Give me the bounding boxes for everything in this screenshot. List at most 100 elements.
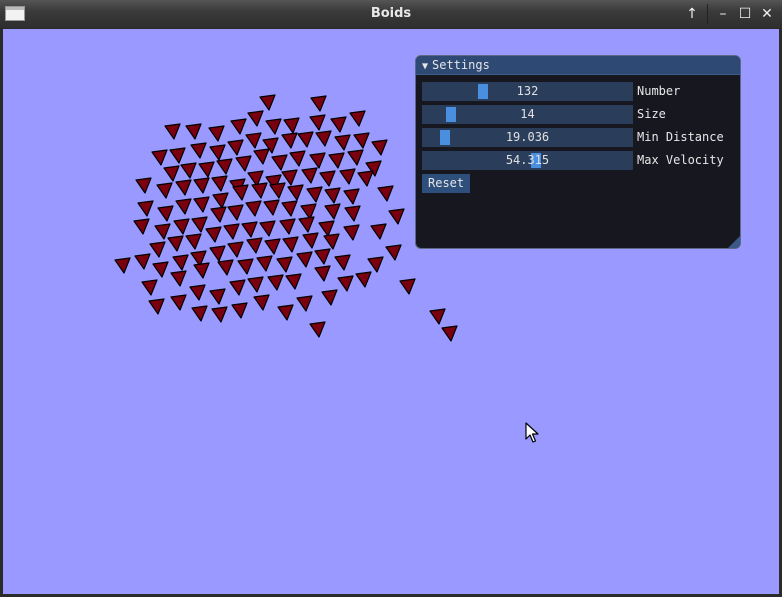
- boid: [343, 224, 360, 241]
- boid: [269, 182, 286, 199]
- boid: [217, 259, 234, 276]
- settings-title: Settings: [432, 58, 490, 72]
- window-controls: ↑ – ☐ ✕: [681, 4, 778, 26]
- boid: [367, 256, 384, 273]
- number-slider[interactable]: 132: [422, 82, 633, 101]
- boid: [429, 308, 446, 325]
- boid: [315, 130, 332, 147]
- boid: [167, 235, 184, 252]
- boid: [156, 182, 173, 199]
- boid: [251, 182, 268, 199]
- boid: [191, 216, 208, 233]
- boid: [287, 184, 304, 201]
- boid: [281, 200, 298, 217]
- boid: [134, 253, 151, 270]
- boid: [190, 142, 207, 159]
- boid: [189, 284, 206, 301]
- boid: [321, 289, 338, 306]
- boid: [235, 155, 252, 172]
- boid: [328, 152, 345, 169]
- boid: [223, 223, 240, 240]
- boid: [148, 298, 165, 315]
- boid: [343, 188, 360, 205]
- maximize-button[interactable]: ☐: [734, 4, 756, 24]
- maximize-icon: ☐: [738, 6, 752, 22]
- boid: [173, 218, 190, 235]
- boid: [310, 95, 327, 112]
- boid: [441, 325, 458, 342]
- boid: [323, 233, 340, 250]
- boid: [289, 150, 306, 167]
- boid: [357, 170, 374, 187]
- boid: [209, 144, 226, 161]
- boid: [170, 294, 187, 311]
- boid: [114, 257, 131, 274]
- boid: [296, 251, 313, 268]
- keep-above-button[interactable]: ↑: [681, 4, 703, 24]
- min-distance-label: Min Distance: [637, 130, 724, 144]
- boid: [281, 132, 298, 149]
- mouse-cursor-icon: [525, 422, 539, 443]
- min-distance-slider[interactable]: 19.036: [422, 128, 633, 147]
- boid: [347, 149, 364, 166]
- boid: [324, 203, 341, 220]
- size-slider[interactable]: 14: [422, 105, 633, 124]
- boid: [175, 198, 192, 215]
- size-slider-grab[interactable]: [446, 107, 456, 122]
- max-velocity-label: Max Velocity: [637, 153, 724, 167]
- window-title: Boids: [370, 6, 412, 21]
- boid: [212, 192, 229, 209]
- boid: [216, 158, 233, 175]
- simulation-canvas[interactable]: ▼ Settings 132 Number 14 Size 19.036 Min…: [3, 29, 779, 594]
- max-velocity-value: 54.315: [505, 153, 550, 167]
- title-bar-divider: [707, 4, 708, 24]
- boid: [231, 302, 248, 319]
- boid: [210, 206, 227, 223]
- size-label: Size: [637, 107, 666, 121]
- boid: [301, 167, 318, 184]
- minimize-button[interactable]: –: [712, 4, 734, 24]
- resize-grip-icon[interactable]: [728, 236, 740, 248]
- settings-panel[interactable]: ▼ Settings 132 Number 14 Size 19.036 Min…: [415, 55, 741, 249]
- title-bar[interactable]: Boids ↑ – ☐ ✕: [0, 0, 782, 29]
- boid: [237, 258, 254, 275]
- boid: [149, 241, 166, 258]
- max-velocity-slider[interactable]: 54.315: [422, 151, 633, 170]
- boid: [355, 271, 372, 288]
- boid: [267, 274, 284, 291]
- boid: [193, 196, 210, 213]
- settings-panel-header[interactable]: ▼ Settings: [416, 56, 740, 75]
- boid: [298, 216, 315, 233]
- boid: [349, 110, 366, 127]
- size-value: 14: [520, 107, 535, 121]
- boid: [256, 255, 273, 272]
- boid: [169, 147, 186, 164]
- minimize-icon: –: [719, 6, 727, 22]
- boid: [211, 306, 228, 323]
- number-slider-grab[interactable]: [478, 84, 488, 99]
- boid: [339, 168, 356, 185]
- close-button[interactable]: ✕: [756, 4, 778, 24]
- boid: [246, 237, 263, 254]
- boid: [314, 248, 331, 265]
- boid: [185, 123, 202, 140]
- boid: [334, 254, 351, 271]
- boid: [259, 94, 276, 111]
- collapse-arrow-icon[interactable]: ▼: [422, 58, 428, 76]
- boid: [279, 218, 296, 235]
- boid: [245, 200, 262, 217]
- boid: [259, 220, 276, 237]
- boid: [388, 208, 405, 225]
- boid: [247, 276, 264, 293]
- boid: [137, 200, 154, 217]
- min-distance-slider-grab[interactable]: [440, 130, 450, 145]
- boid: [135, 177, 152, 194]
- boid: [227, 139, 244, 156]
- boid: [318, 220, 335, 237]
- boid: [264, 238, 281, 255]
- boid: [314, 265, 331, 282]
- boid: [185, 233, 202, 250]
- boid: [324, 187, 341, 204]
- reset-button[interactable]: Reset: [422, 174, 471, 193]
- boid: [309, 152, 326, 169]
